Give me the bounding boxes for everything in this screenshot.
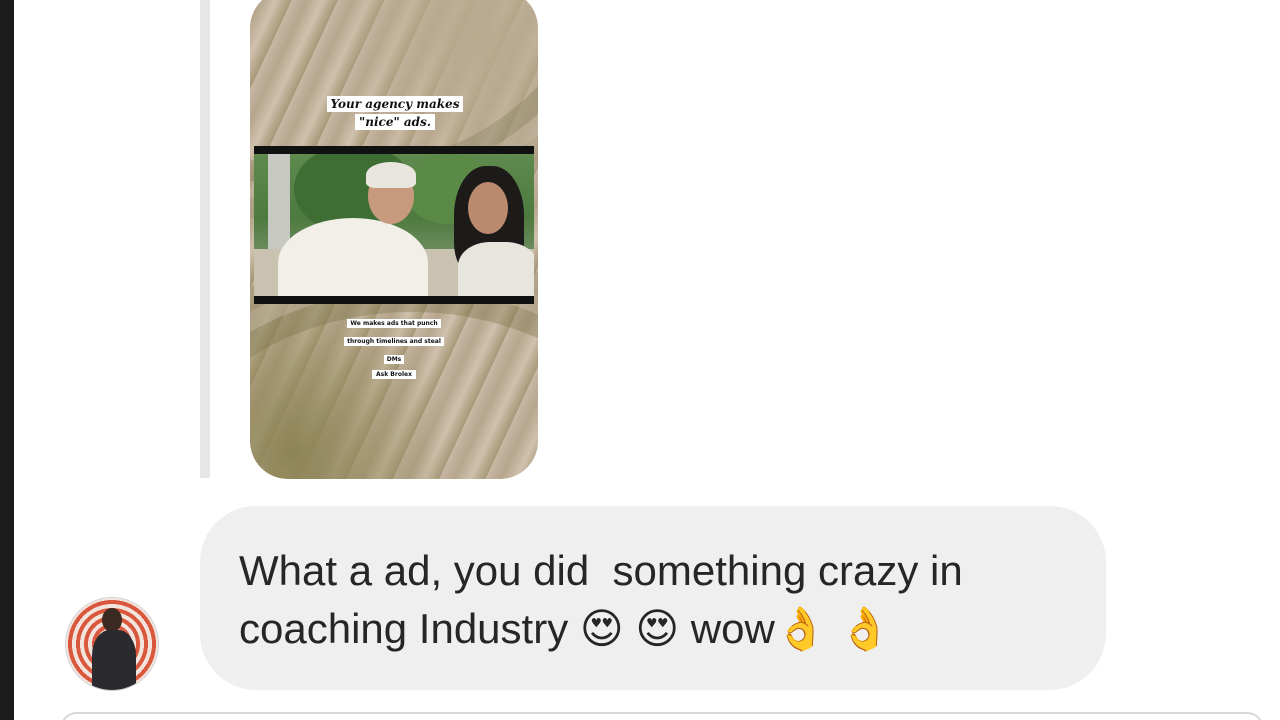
ok-hand-emoji-icon: 👌 (774, 604, 828, 653)
next-message-edge (60, 712, 1264, 720)
story-caption-signature-text: Ask Brolex (372, 370, 416, 379)
shared-story-card[interactable]: Your agency makes "nice" ads. We makes a… (250, 0, 538, 479)
story-caption-bottom-text: We makes ads that punch through timeline… (344, 319, 444, 364)
message-line-2: coaching Industry (239, 605, 580, 652)
sender-avatar[interactable] (66, 598, 158, 690)
heart-eyes-emoji-icon: 😍 (579, 604, 624, 653)
story-caption-top: Your agency makes "nice" ads. (316, 95, 474, 131)
story-photo-frame (254, 146, 534, 304)
story-caption-signature: Ask Brolex (360, 363, 428, 381)
story-caption-top-text: Your agency makes "nice" ads. (326, 96, 464, 130)
reply-indicator-line (200, 0, 210, 478)
story-photo (254, 154, 534, 296)
left-edge-strip (0, 0, 14, 720)
message-word-wow: wow (679, 605, 775, 652)
heart-eyes-emoji-icon: 😍 (635, 604, 680, 653)
story-caption-bottom: We makes ads that punch through timeline… (338, 312, 450, 366)
ok-hand-emoji-icon: 👌 (838, 604, 892, 653)
avatar-person-icon (102, 608, 122, 632)
message-bubble[interactable]: What a ad, you did something crazy in co… (200, 506, 1106, 690)
dm-thread-screen: Your agency makes "nice" ads. We makes a… (0, 0, 1280, 720)
message-line-1: What a ad, you did something crazy in (239, 547, 963, 594)
photo-man (278, 218, 428, 296)
message-text: What a ad, you did something crazy in co… (239, 542, 1066, 658)
